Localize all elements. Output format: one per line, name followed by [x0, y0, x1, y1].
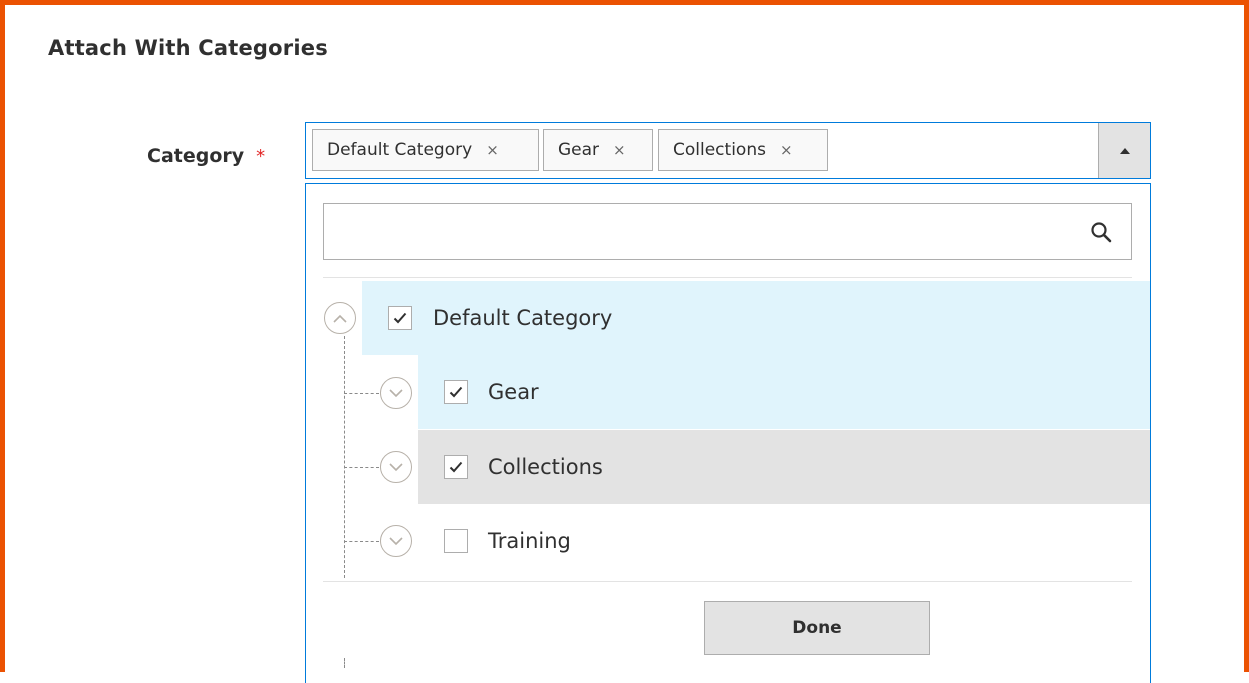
expand-toggle-icon[interactable]: [380, 451, 412, 483]
tree-item-training[interactable]: Training: [418, 504, 1150, 578]
checkbox-checked[interactable]: [444, 380, 468, 404]
caret-up-icon: [1119, 147, 1130, 154]
tree-item-label: Collections: [488, 455, 603, 479]
done-button[interactable]: Done: [704, 601, 930, 655]
category-field-label: Category *: [147, 145, 265, 167]
tree-item-label: Gear: [488, 380, 539, 404]
footer-divider: [323, 581, 1132, 582]
expand-toggle-icon[interactable]: [380, 377, 412, 409]
tree-item-label: Default Category: [433, 306, 613, 330]
checkbox-checked[interactable]: [388, 306, 412, 330]
checkbox-checked[interactable]: [444, 455, 468, 479]
chip-label: Gear: [558, 140, 600, 160]
section-title: Attach With Categories: [48, 36, 328, 60]
checkbox-unchecked[interactable]: [444, 529, 468, 553]
tree-item-label: Training: [488, 529, 571, 553]
chip-label: Collections: [673, 140, 766, 160]
dropdown-toggle-button[interactable]: [1098, 123, 1150, 178]
tree-item-gear[interactable]: Gear: [418, 355, 1150, 429]
expand-toggle-icon[interactable]: [380, 525, 412, 557]
chip-default-category: Default Category ×: [312, 129, 539, 171]
category-multiselect[interactable]: Default Category × Gear × Collections ×: [305, 122, 1151, 179]
tree-connector-branch: [344, 541, 379, 542]
search-icon[interactable]: [1089, 220, 1113, 244]
chip-gear: Gear ×: [543, 129, 653, 171]
tree-connector-branch: [344, 467, 379, 468]
chip-label: Default Category: [327, 140, 473, 160]
collapse-toggle-icon[interactable]: [324, 302, 356, 334]
category-label-text: Category: [147, 145, 245, 167]
category-search-input[interactable]: [323, 203, 1132, 260]
chip-remove-icon[interactable]: ×: [780, 141, 793, 159]
tree-connector-line: [344, 658, 345, 668]
tree-connector-branch: [344, 393, 379, 394]
search-divider: [323, 277, 1132, 278]
chip-remove-icon[interactable]: ×: [486, 141, 499, 159]
tree-item-collections[interactable]: Collections: [418, 430, 1150, 504]
chip-collections: Collections ×: [658, 129, 828, 171]
category-dropdown-panel: Default Category Gear Collections Traini…: [305, 183, 1151, 683]
required-asterisk: *: [256, 146, 266, 167]
tree-item-default-category[interactable]: Default Category: [362, 281, 1150, 355]
chip-remove-icon[interactable]: ×: [613, 141, 626, 159]
